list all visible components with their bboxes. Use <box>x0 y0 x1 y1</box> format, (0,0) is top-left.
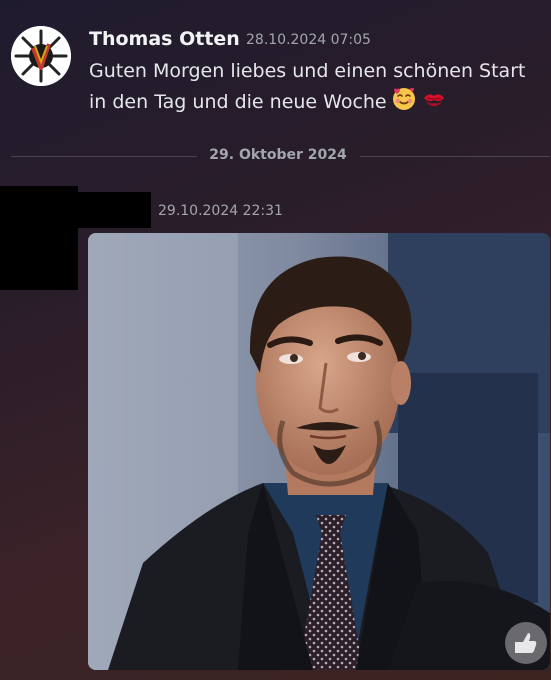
message-line-2: in den Tag und die neue Woche <box>89 86 544 117</box>
date-divider: 29. Oktober 2024 <box>0 146 551 166</box>
smiling-face-with-hearts-icon <box>391 86 417 112</box>
divider-line-right <box>360 156 550 157</box>
message-timestamp: 29.10.2024 22:31 <box>158 203 283 219</box>
divider-line-left <box>11 156 197 157</box>
image-attachment[interactable] <box>88 233 550 670</box>
user-avatar[interactable] <box>11 26 71 86</box>
message-author[interactable]: Thomas Otten <box>89 28 240 50</box>
message-thomas-otten: Thomas Otten 28.10.2024 07:05 Guten Morg… <box>0 26 551 126</box>
message-content: Guten Morgen liebes und einen schönen St… <box>89 56 544 117</box>
thumbs-up-icon <box>515 633 537 653</box>
kiss-mark-icon <box>421 86 447 112</box>
star-shield-avatar-icon <box>11 26 71 86</box>
add-reaction-button[interactable] <box>505 622 547 664</box>
date-divider-label: 29. Oktober 2024 <box>209 147 347 163</box>
redacted-avatar-block <box>0 186 78 290</box>
redacted-username-block <box>78 192 151 228</box>
message-timestamp: 28.10.2024 07:05 <box>246 32 371 48</box>
reaction-gif-image <box>88 233 550 670</box>
message-line-1: Guten Morgen liebes und einen schönen St… <box>89 60 526 82</box>
